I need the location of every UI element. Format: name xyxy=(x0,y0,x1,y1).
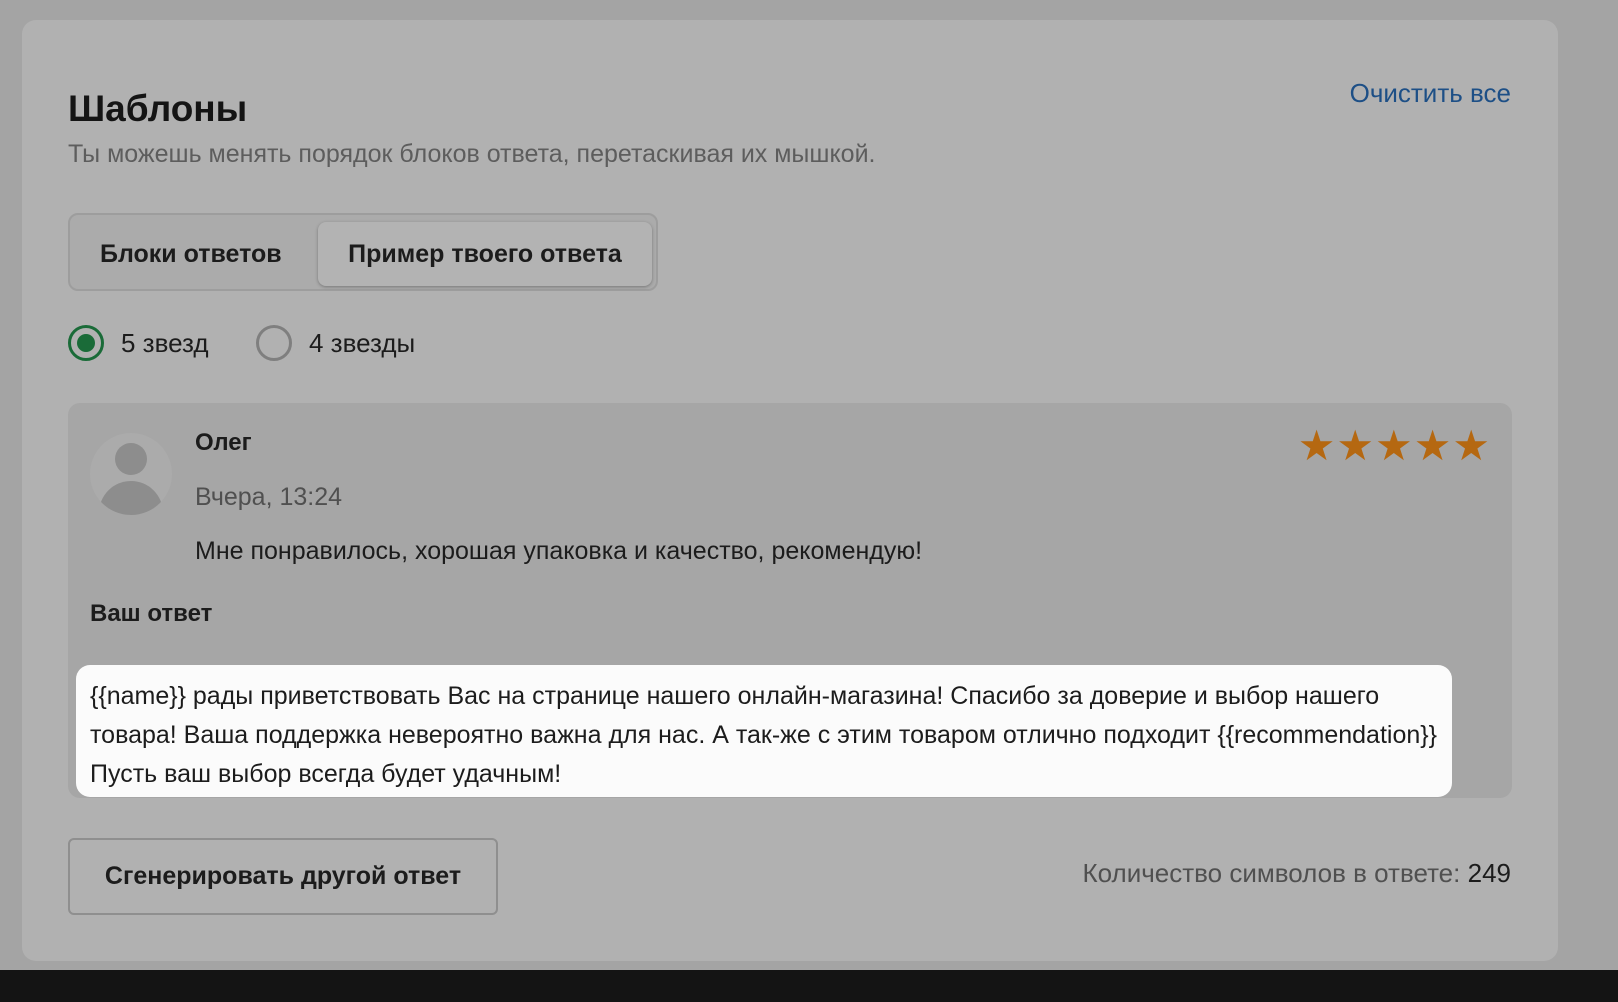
tab-answer-blocks[interactable]: Блоки ответов xyxy=(100,222,282,286)
bottom-strip xyxy=(0,970,1618,1002)
char-count-value: 249 xyxy=(1467,858,1511,888)
star-icon: ★ xyxy=(1336,422,1375,469)
avatar-body xyxy=(99,481,163,515)
star-icon: ★ xyxy=(1297,422,1336,469)
char-count: Количество символов в ответе: 249 xyxy=(1083,858,1512,889)
radio-option-5-stars[interactable]: 5 звезд xyxy=(68,325,209,361)
tab-answer-example[interactable]: Пример твоего ответа xyxy=(318,222,652,286)
review-date: Вчера, 13:24 xyxy=(195,483,343,511)
reviewer-name: Олег xyxy=(195,429,252,456)
radio-label: 4 звезды xyxy=(309,327,416,358)
review-text: Мне понравилось, хорошая упаковка и каче… xyxy=(195,537,923,565)
radio-option-4-stars[interactable]: 4 звезды xyxy=(256,325,415,361)
star-icon: ★ xyxy=(1375,422,1413,469)
star-icon: ★ xyxy=(1413,422,1452,469)
avatar-head xyxy=(115,443,147,475)
char-count-label: Количество символов в ответе: xyxy=(1082,858,1461,888)
reply-text-box: {{name}} рады приветствовать Вас на стра… xyxy=(76,665,1452,797)
rating-stars: ★ ★ ★ ★ ★ xyxy=(1297,425,1490,467)
user-avatar-icon xyxy=(90,433,172,515)
reply-label: Ваш ответ xyxy=(90,600,213,627)
generate-another-reply-button[interactable]: Сгенерировать другой ответ xyxy=(68,838,498,915)
page-title: Шаблоны xyxy=(68,88,248,129)
tab-switcher: Блоки ответов Пример твоего ответа xyxy=(68,213,658,291)
star-icon: ★ xyxy=(1452,422,1490,469)
radio-label: 5 звезд xyxy=(121,327,209,358)
page-subtitle: Ты можешь менять порядок блоков ответа, … xyxy=(68,140,876,168)
clear-all-link[interactable]: Очистить все xyxy=(1350,78,1511,109)
radio-checked-icon[interactable] xyxy=(68,325,104,361)
review-preview-panel: Олег Вчера, 13:24 Мне понравилось, хорош… xyxy=(68,403,1512,798)
radio-unchecked-icon[interactable] xyxy=(256,325,292,361)
templates-card: Шаблоны Очистить все Ты можешь менять по… xyxy=(22,20,1558,961)
